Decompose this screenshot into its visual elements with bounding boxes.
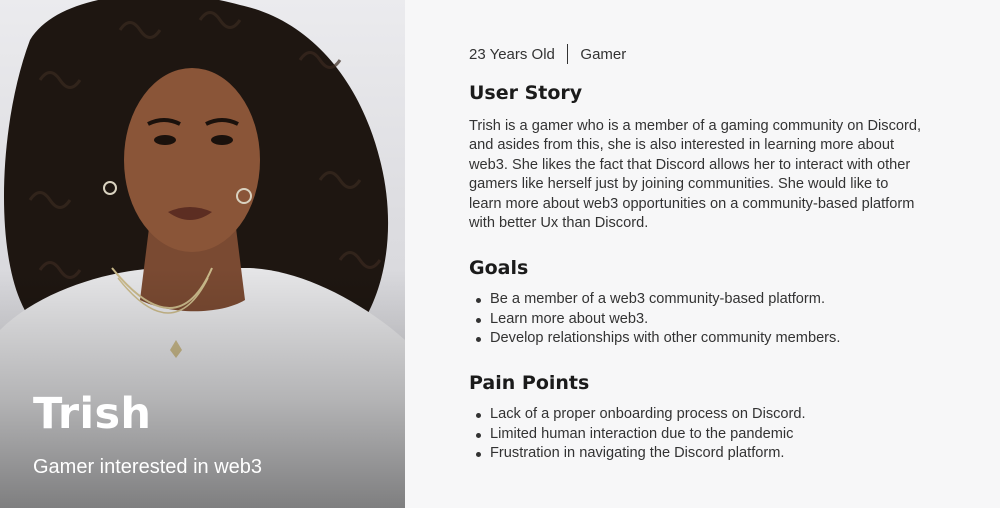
persona-photo: Trish Gamer interested in web3 xyxy=(0,0,405,508)
persona-name: Trish xyxy=(33,389,152,439)
persona-details: 23 Years Old Gamer User Story Trish is a… xyxy=(405,0,1000,508)
persona-tagline: Gamer interested in web3 xyxy=(33,456,263,478)
user-story-heading: User Story xyxy=(469,82,583,104)
pain-points-list: Lack of a proper onboarding process on D… xyxy=(469,405,939,464)
goal-item: Develop relationships with other communi… xyxy=(469,329,939,349)
persona-age: 23 Years Old xyxy=(469,45,555,63)
persona-meta: 23 Years Old Gamer xyxy=(469,44,626,64)
pain-point-item: Frustration in navigating the Discord pl… xyxy=(469,444,939,464)
persona-occupation: Gamer xyxy=(580,45,627,63)
goal-item: Learn more about web3. xyxy=(469,310,939,330)
face-shape xyxy=(124,68,260,252)
goals-list: Be a member of a web3 community-based pl… xyxy=(469,290,939,349)
pain-points-heading: Pain Points xyxy=(469,372,590,394)
pain-point-item: Limited human interaction due to the pan… xyxy=(469,425,939,445)
persona-card: Trish Gamer interested in web3 23 Years … xyxy=(0,0,1000,508)
meta-divider xyxy=(566,44,569,64)
pain-point-item: Lack of a proper onboarding process on D… xyxy=(469,405,939,425)
goal-item: Be a member of a web3 community-based pl… xyxy=(469,290,939,310)
user-story-text: Trish is a gamer who is a member of a ga… xyxy=(469,118,922,232)
goals-heading: Goals xyxy=(469,257,529,279)
